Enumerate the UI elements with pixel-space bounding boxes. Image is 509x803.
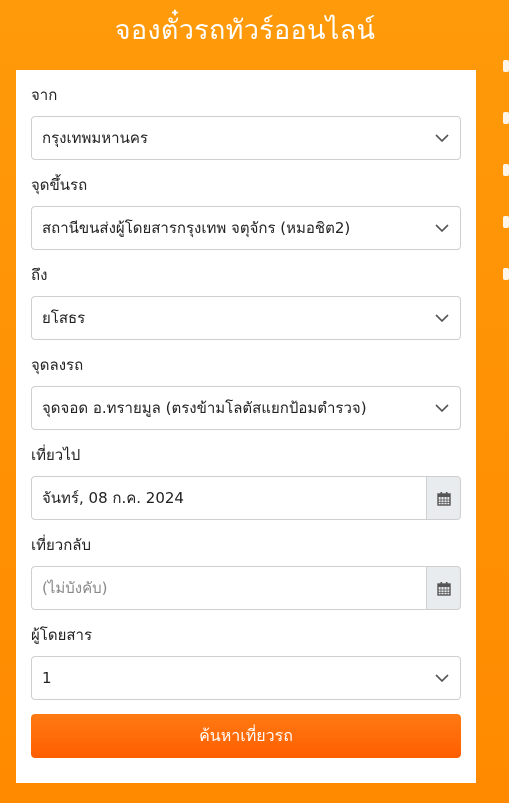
- chevron-down-icon: [435, 404, 449, 413]
- return-label: เที่ยวกลับ: [31, 536, 92, 554]
- chevron-down-icon: [435, 674, 449, 683]
- origin-label: จาก: [31, 86, 58, 104]
- depart-field: เที่ยวไป จันทร์, 08 ก.ค. 2024: [31, 444, 461, 520]
- pickup-label: จุดขึ้นรถ: [31, 176, 88, 194]
- origin-select[interactable]: กรุงเทพมหานคร: [31, 116, 461, 160]
- page-title: จองตั๋วรถทัวร์ออนไลน์: [114, 15, 376, 46]
- passengers-select[interactable]: 1: [31, 656, 461, 700]
- destination-label: ถึง: [31, 266, 48, 284]
- origin-field: จาก กรุงเทพมหานคร: [31, 84, 461, 160]
- passengers-field: ผู้โดยสาร 1: [31, 624, 461, 700]
- pickup-select[interactable]: สถานีขนส่งผู้โดยสารกรุงเทพ จตุจักร (หมอช…: [31, 206, 461, 250]
- chevron-down-icon: [435, 314, 449, 323]
- destination-field: ถึง ยโสธร: [31, 264, 461, 340]
- pickup-field: จุดขึ้นรถ สถานีขนส่งผู้โดยสารกรุงเทพ จตุ…: [31, 174, 461, 250]
- dropoff-select[interactable]: จุดจอด อ.ทรายมูล (ตรงข้ามโลตัสแยกป้อมตำร…: [31, 386, 461, 430]
- destination-select[interactable]: ยโสธร: [31, 296, 461, 340]
- return-field: เที่ยวกลับ (ไม่บังคับ): [31, 534, 461, 610]
- depart-label: เที่ยวไป: [31, 446, 81, 464]
- calendar-icon: [436, 581, 451, 596]
- booking-form: จาก กรุงเทพมหานคร จุดขึ้นรถ สถานีขนส่งผู…: [16, 70, 476, 783]
- pickup-value: สถานีขนส่งผู้โดยสารกรุงเทพ จตุจักร (หมอช…: [42, 219, 351, 237]
- dropoff-label: จุดลงรถ: [31, 356, 84, 374]
- return-date-input[interactable]: (ไม่บังคับ): [31, 566, 426, 610]
- passengers-label: ผู้โดยสาร: [31, 626, 93, 644]
- calendar-icon: [436, 491, 451, 506]
- passengers-value: 1: [42, 669, 52, 687]
- depart-calendar-button[interactable]: [426, 476, 461, 520]
- dropoff-value: จุดจอด อ.ทรายมูล (ตรงข้ามโลตัสแยกป้อมตำร…: [42, 399, 367, 417]
- dropoff-field: จุดลงรถ จุดจอด อ.ทรายมูล (ตรงข้ามโลตัสแย…: [31, 354, 461, 430]
- return-calendar-button[interactable]: [426, 566, 461, 610]
- chevron-down-icon: [435, 224, 449, 233]
- destination-value: ยโสธร: [42, 309, 86, 327]
- depart-date-input[interactable]: จันทร์, 08 ก.ค. 2024: [31, 476, 426, 520]
- origin-value: กรุงเทพมหานคร: [42, 129, 148, 147]
- return-date-group: (ไม่บังคับ): [31, 566, 461, 610]
- depart-date-group: จันทร์, 08 ก.ค. 2024: [31, 476, 461, 520]
- search-trips-button[interactable]: ค้นหาเที่ยวรถ: [31, 714, 461, 758]
- chevron-down-icon: [435, 134, 449, 143]
- edge-decoration: [503, 60, 509, 300]
